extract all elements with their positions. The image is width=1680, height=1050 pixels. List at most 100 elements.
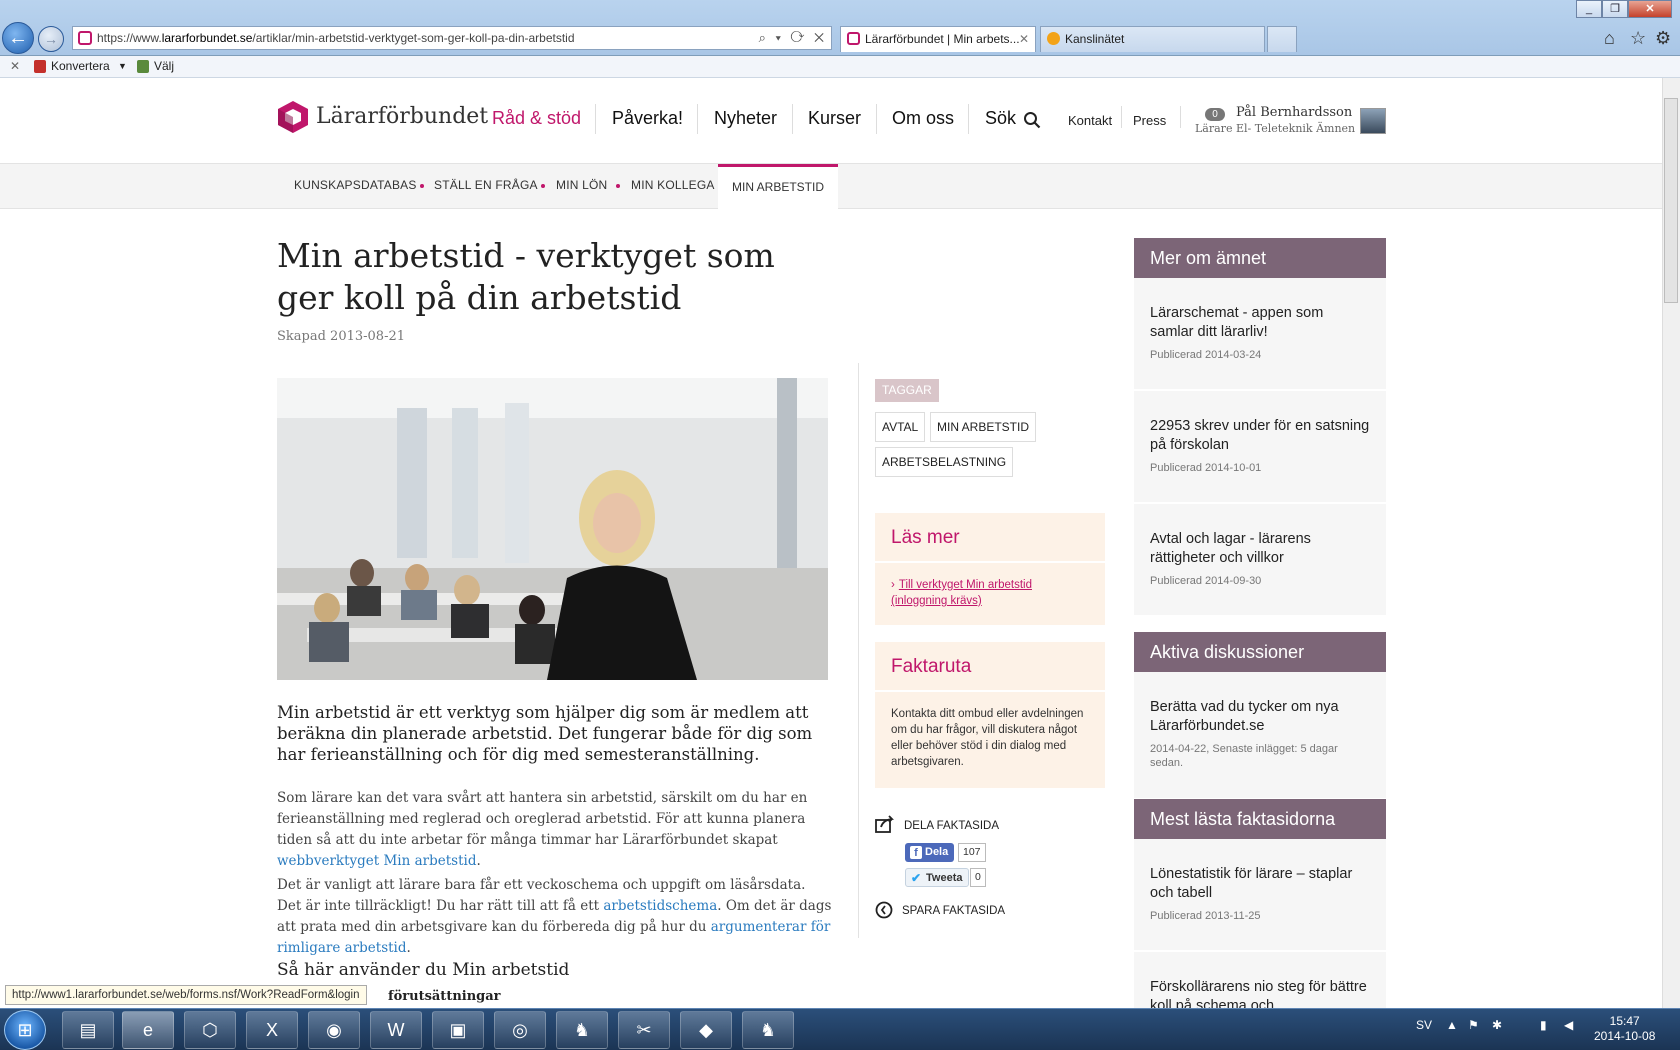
list-item-title[interactable]: Lärarschemat - appen som samlar ditt lär…	[1150, 304, 1370, 342]
close-window-button[interactable]: ✕	[1628, 0, 1672, 18]
subnav-dot	[541, 184, 545, 188]
start-button[interactable]: ⊞	[4, 1010, 46, 1050]
taskbar-pdf-icon[interactable]: ▣	[432, 1011, 484, 1049]
taskbar-kanslinatet-icon[interactable]: ◉	[308, 1011, 360, 1049]
taskbar-evernote2-icon[interactable]: ♞	[742, 1011, 794, 1049]
address-tools[interactable]: ⌕ ▾ ⟳ ✕	[759, 27, 827, 49]
fact-box-text: Kontakta ditt ombud eller avdelningen om…	[891, 708, 1084, 768]
nav-separator	[792, 104, 793, 134]
nav-separator	[1121, 106, 1122, 128]
favorites-star-icon[interactable]: ☆	[1630, 28, 1646, 49]
subnav-kunskapsdatabas[interactable]: KUNSKAPSDATABAS	[294, 178, 417, 192]
column-divider	[858, 363, 859, 938]
save-clock-icon[interactable]	[875, 901, 893, 919]
forward-button[interactable]: →	[38, 26, 64, 52]
tag-avtal[interactable]: AVTAL	[875, 412, 926, 442]
facebook-share-button[interactable]: f Dela	[905, 843, 955, 862]
link-webbverktyget[interactable]: webbverktyget Min arbetstid	[277, 853, 476, 869]
article-lead: Min arbetstid är ett verktyg som hjälper…	[277, 703, 813, 764]
address-bar[interactable]: https://www.lararforbundet.se/artiklar/m…	[72, 26, 832, 50]
list-item[interactable]: Lönestatistik för lärare – staplar och t…	[1134, 839, 1386, 950]
facebook-share-label: Dela	[925, 846, 949, 858]
taskbar-snipping-icon[interactable]: ✂	[618, 1011, 670, 1049]
tag-arbetsbelastning[interactable]: ARBETSBELASTNING	[875, 447, 1014, 477]
taskbar-word-icon[interactable]: W	[370, 1011, 422, 1049]
gear-icon[interactable]: ⚙	[1655, 28, 1671, 49]
nav-paverka[interactable]: Påverka!	[612, 108, 683, 129]
language-indicator[interactable]: SV	[1416, 1018, 1432, 1032]
tab-lararforbundet[interactable]: Lärarförbundet | Min arbets... ✕	[840, 26, 1036, 52]
tray-flag-icon[interactable]: ⚑	[1468, 1018, 1479, 1032]
taskbar-excel-icon[interactable]: X	[246, 1011, 298, 1049]
nav-om-oss[interactable]: Om oss	[892, 108, 954, 129]
nav-separator	[1180, 106, 1181, 128]
lararforbundet-logo-icon[interactable]	[277, 100, 309, 134]
taskbar-evernote-icon[interactable]: ♞	[556, 1011, 608, 1049]
tray-network-icon[interactable]: ▮	[1540, 1018, 1547, 1032]
scrollbar-thumb[interactable]	[1664, 98, 1678, 303]
twitter-tweet-label: Tweeta	[926, 872, 963, 884]
close-bar-icon[interactable]: ✕	[10, 56, 20, 76]
list-item[interactable]: 22953 skrev under för en satsning på för…	[1134, 391, 1386, 502]
list-item[interactable]: Avtal och lagar - lärarens rättigheter o…	[1134, 504, 1386, 615]
system-clock[interactable]: 15:47 2014-10-08	[1594, 1014, 1655, 1044]
search-icon[interactable]	[1023, 111, 1041, 129]
taskbar-dropbox-icon[interactable]: ◆	[680, 1011, 732, 1049]
save-faktasida[interactable]: SPARA FAKTASIDA	[902, 905, 1005, 917]
avatar[interactable]	[1360, 108, 1386, 134]
tray-bluetooth-icon[interactable]: ✱	[1492, 1018, 1502, 1032]
nav-kurser[interactable]: Kurser	[808, 108, 861, 129]
convert-button[interactable]: Konvertera	[51, 56, 110, 76]
nav-sok[interactable]: Sök	[985, 108, 1016, 129]
taskbar-ie-icon[interactable]: e	[122, 1011, 174, 1049]
tags-label: TAGGAR	[875, 379, 939, 402]
subnav-min-kollega[interactable]: MIN KOLLEGA	[631, 178, 715, 192]
chevron-down-icon[interactable]: ▼	[118, 56, 127, 76]
new-tab-button[interactable]	[1267, 26, 1297, 52]
list-item-title[interactable]: Förskollärarens nio steg för bättre koll…	[1150, 978, 1370, 1008]
nav-rad-och-stod[interactable]: Råd & stöd	[492, 108, 581, 129]
share-icon[interactable]	[875, 815, 895, 833]
list-item-title[interactable]: Avtal och lagar - lärarens rättigheter o…	[1150, 530, 1370, 568]
tab-close-icon[interactable]: ✕	[1019, 27, 1029, 51]
home-icon[interactable]: ⌂	[1604, 28, 1615, 49]
minimize-button[interactable]: _	[1576, 0, 1602, 18]
subnav-min-lon[interactable]: MIN LÖN	[556, 178, 607, 192]
taskbar-explorer-icon[interactable]: ▤	[62, 1011, 114, 1049]
subnav-min-arbetstid[interactable]: MIN ARBETSTID	[718, 164, 838, 210]
user-name[interactable]: Pål Bernhardsson	[1236, 105, 1352, 120]
share-faktasida[interactable]: DELA FAKTASIDA	[904, 820, 999, 832]
taskbar-chrome-icon[interactable]: ◎	[494, 1011, 546, 1049]
most-read-heading: Mest lästa faktasidorna	[1134, 799, 1386, 839]
link-min-arbetstid-tool[interactable]: Till verktyget Min arbetstid (inloggning…	[891, 579, 1032, 607]
back-button[interactable]: ←	[2, 22, 34, 54]
tag-min-arbetstid[interactable]: MIN ARBETSTID	[930, 412, 1037, 442]
notification-badge[interactable]: 0	[1205, 108, 1225, 121]
logo-text[interactable]: Lärarförbundet	[316, 104, 488, 129]
link-press[interactable]: Press	[1133, 113, 1166, 128]
list-item-title[interactable]: Berätta vad du tycker om nya Lärarförbun…	[1150, 698, 1370, 736]
list-item-date: Publicerad 2014-10-01	[1150, 462, 1262, 474]
article-paragraph-1: Som lärare kan det vara svårt att hanter…	[277, 788, 832, 872]
created-date: Skapad 2013-08-21	[277, 329, 406, 344]
tray-expand-icon[interactable]: ▲	[1446, 1018, 1458, 1032]
maximize-button[interactable]: ❐	[1602, 0, 1628, 18]
list-item-title[interactable]: Lönestatistik för lärare – staplar och t…	[1150, 865, 1370, 903]
subnav-dot	[616, 184, 620, 188]
tab-kanslinatet[interactable]: Kanslinätet	[1040, 26, 1265, 52]
list-item[interactable]: Förskollärarens nio steg för bättre koll…	[1134, 952, 1386, 1008]
taskbar-app-icon[interactable]: ⬡	[184, 1011, 236, 1049]
link-kontakt[interactable]: Kontakt	[1068, 113, 1112, 128]
tray-volume-icon[interactable]: ◀	[1564, 1018, 1573, 1032]
select-button[interactable]: Välj	[154, 56, 174, 76]
paragraph-text: .	[476, 853, 481, 869]
link-arbetstidschema[interactable]: arbetstidschema	[603, 898, 717, 914]
twitter-tweet-button[interactable]: ✔ Tweeta	[905, 868, 970, 887]
nav-nyheter[interactable]: Nyheter	[714, 108, 777, 129]
subnav-stall-en-fraga[interactable]: STÄLL EN FRÅGA	[434, 178, 538, 192]
list-item[interactable]: Lärarschemat - appen som samlar ditt lär…	[1134, 278, 1386, 389]
more-on-topic-heading: Mer om ämnet	[1134, 238, 1386, 278]
section-heading: Så här använder du Min arbetstid	[277, 960, 570, 980]
list-item[interactable]: Berätta vad du tycker om nya Lärarförbun…	[1134, 672, 1386, 798]
list-item-title[interactable]: 22953 skrev under för en satsning på för…	[1150, 417, 1370, 455]
